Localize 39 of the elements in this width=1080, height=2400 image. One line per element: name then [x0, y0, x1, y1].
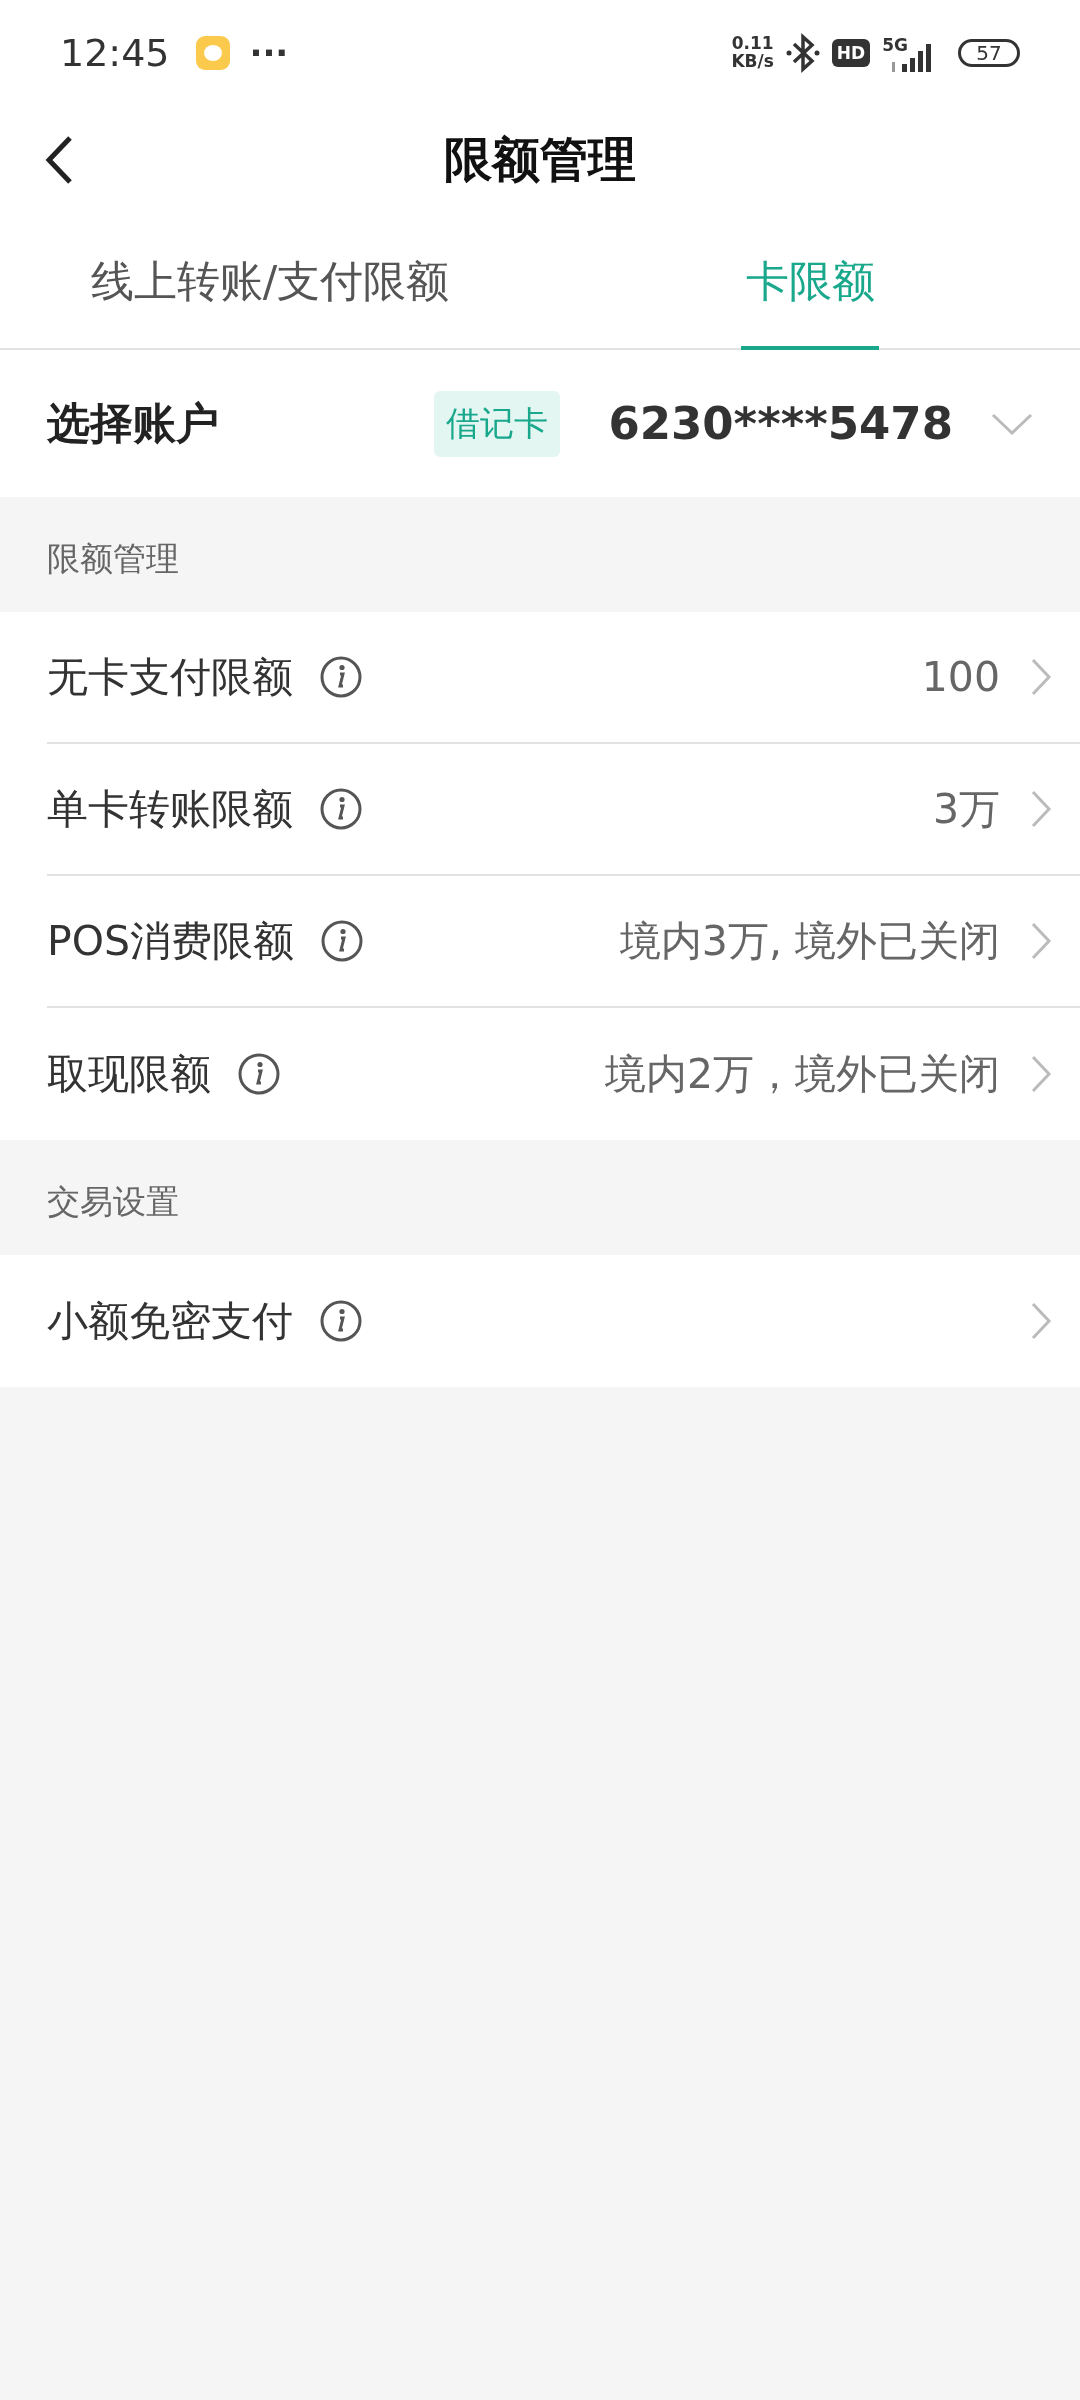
- chevron-right-icon: [1030, 789, 1052, 829]
- hd-badge: HD: [831, 38, 871, 67]
- row-value: 3万: [932, 783, 1000, 835]
- settings-row[interactable]: 单卡转账限额 3万: [0, 744, 1080, 876]
- info-icon[interactable]: [319, 655, 363, 699]
- chevron-right-icon: [1030, 1301, 1052, 1341]
- clock: 12:45: [60, 30, 170, 75]
- row-label: POS消费限额: [47, 915, 295, 967]
- tab[interactable]: 线上转账/支付限额: [0, 215, 540, 348]
- settings-row[interactable]: POS消费限额 境内3万, 境外已关闭: [0, 876, 1080, 1008]
- bluetooth-icon: [785, 32, 820, 73]
- row-value: 境内3万, 境外已关闭: [619, 915, 1000, 967]
- network-type: 5G: [882, 34, 908, 55]
- account-label: 选择账户: [47, 396, 219, 450]
- row-label: 单卡转账限额: [47, 783, 293, 835]
- settings-row[interactable]: 小额免密支付: [0, 1255, 1080, 1387]
- row-label: 无卡支付限额: [47, 651, 293, 703]
- settings-row[interactable]: 无卡支付限额 100: [0, 612, 1080, 744]
- card-type-tag: 借记卡: [434, 390, 561, 457]
- network-speed: 0.11 KB/s: [731, 34, 774, 71]
- battery-indicator: 57: [958, 38, 1020, 67]
- section-title: 交易设置: [46, 1181, 180, 1223]
- more-notifications: ···: [249, 32, 289, 73]
- info-icon[interactable]: [319, 1299, 363, 1343]
- card-number: 6230****5478: [608, 397, 953, 450]
- chevron-right-icon: [1030, 657, 1052, 697]
- info-icon[interactable]: [237, 1052, 281, 1096]
- page-title: 限额管理: [444, 130, 636, 189]
- info-icon[interactable]: [319, 787, 363, 831]
- row-value: 境内2万，境外已关闭: [604, 1048, 1000, 1100]
- row-label: 小额免密支付: [47, 1295, 293, 1347]
- settings-row[interactable]: 取现限额 境内2万，境外已关闭: [0, 1008, 1080, 1140]
- chevron-right-icon: [1030, 1054, 1052, 1094]
- info-icon[interactable]: [320, 919, 365, 963]
- message-app-icon: [195, 35, 230, 70]
- row-value: 100: [921, 653, 1000, 701]
- row-label: 取现限额: [47, 1048, 211, 1100]
- section-title: 限额管理: [46, 538, 180, 580]
- chevron-right-icon: [1030, 921, 1052, 961]
